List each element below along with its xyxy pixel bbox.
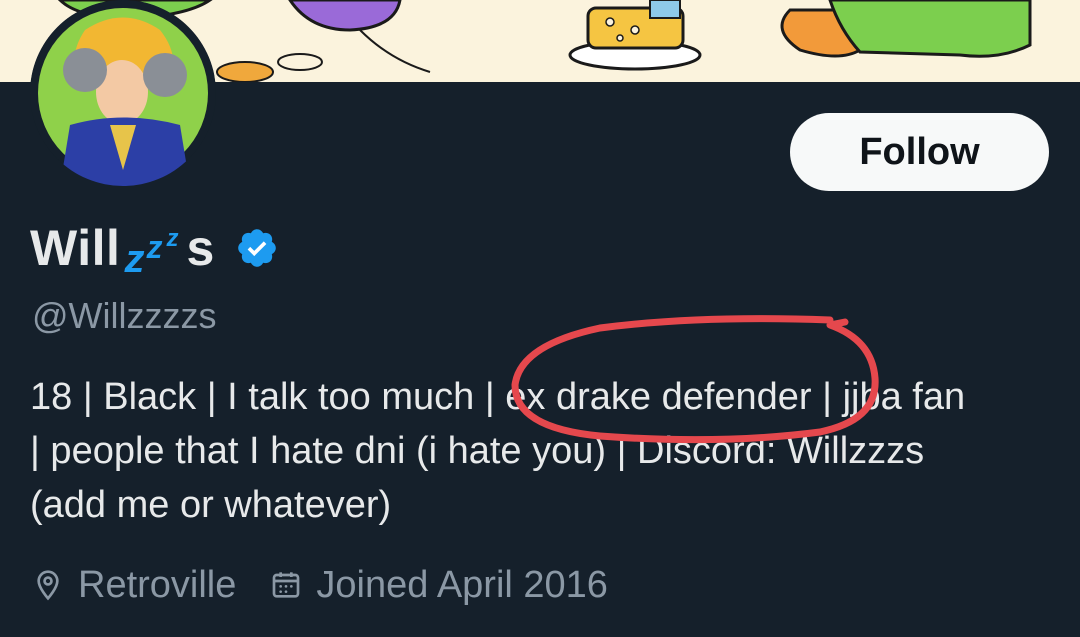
zzz-letter-2: z [146, 229, 163, 265]
display-name-prefix: Will [30, 220, 121, 276]
joined-item: Joined April 2016 [270, 564, 608, 607]
calendar-icon [273, 572, 300, 598]
profile-handle: @Willzzzzs [32, 295, 217, 336]
avatar-image [30, 0, 216, 186]
location-text: Retroville [78, 563, 237, 606]
avatar[interactable] [30, 0, 216, 186]
follow-button[interactable]: Follow [790, 113, 1049, 191]
joined-date-text: Joined April 2016 [316, 563, 608, 606]
display-name-row: Will z z z s [30, 218, 279, 281]
bio-line: | people that I hate dni (i hate you) | … [30, 430, 925, 472]
bio-line: (add me or whatever) [30, 484, 392, 526]
bio-line: 18 | Black | I talk too much | ex drake … [30, 376, 966, 418]
zzz-letter-1: z [124, 237, 145, 281]
location-pin-icon [37, 570, 59, 601]
location-item: Retroville [32, 564, 236, 607]
profile-bio: 18 | Black | I talk too much | ex drake … [30, 370, 1060, 532]
sleeping-zzz-emoji: z z z [122, 223, 184, 281]
verified-badge-icon[interactable] [235, 226, 279, 270]
profile-meta-row: Retroville Joined April 2016 [32, 560, 608, 610]
display-name-suffix: s [186, 220, 215, 276]
zzz-letter-3: z [166, 225, 179, 252]
